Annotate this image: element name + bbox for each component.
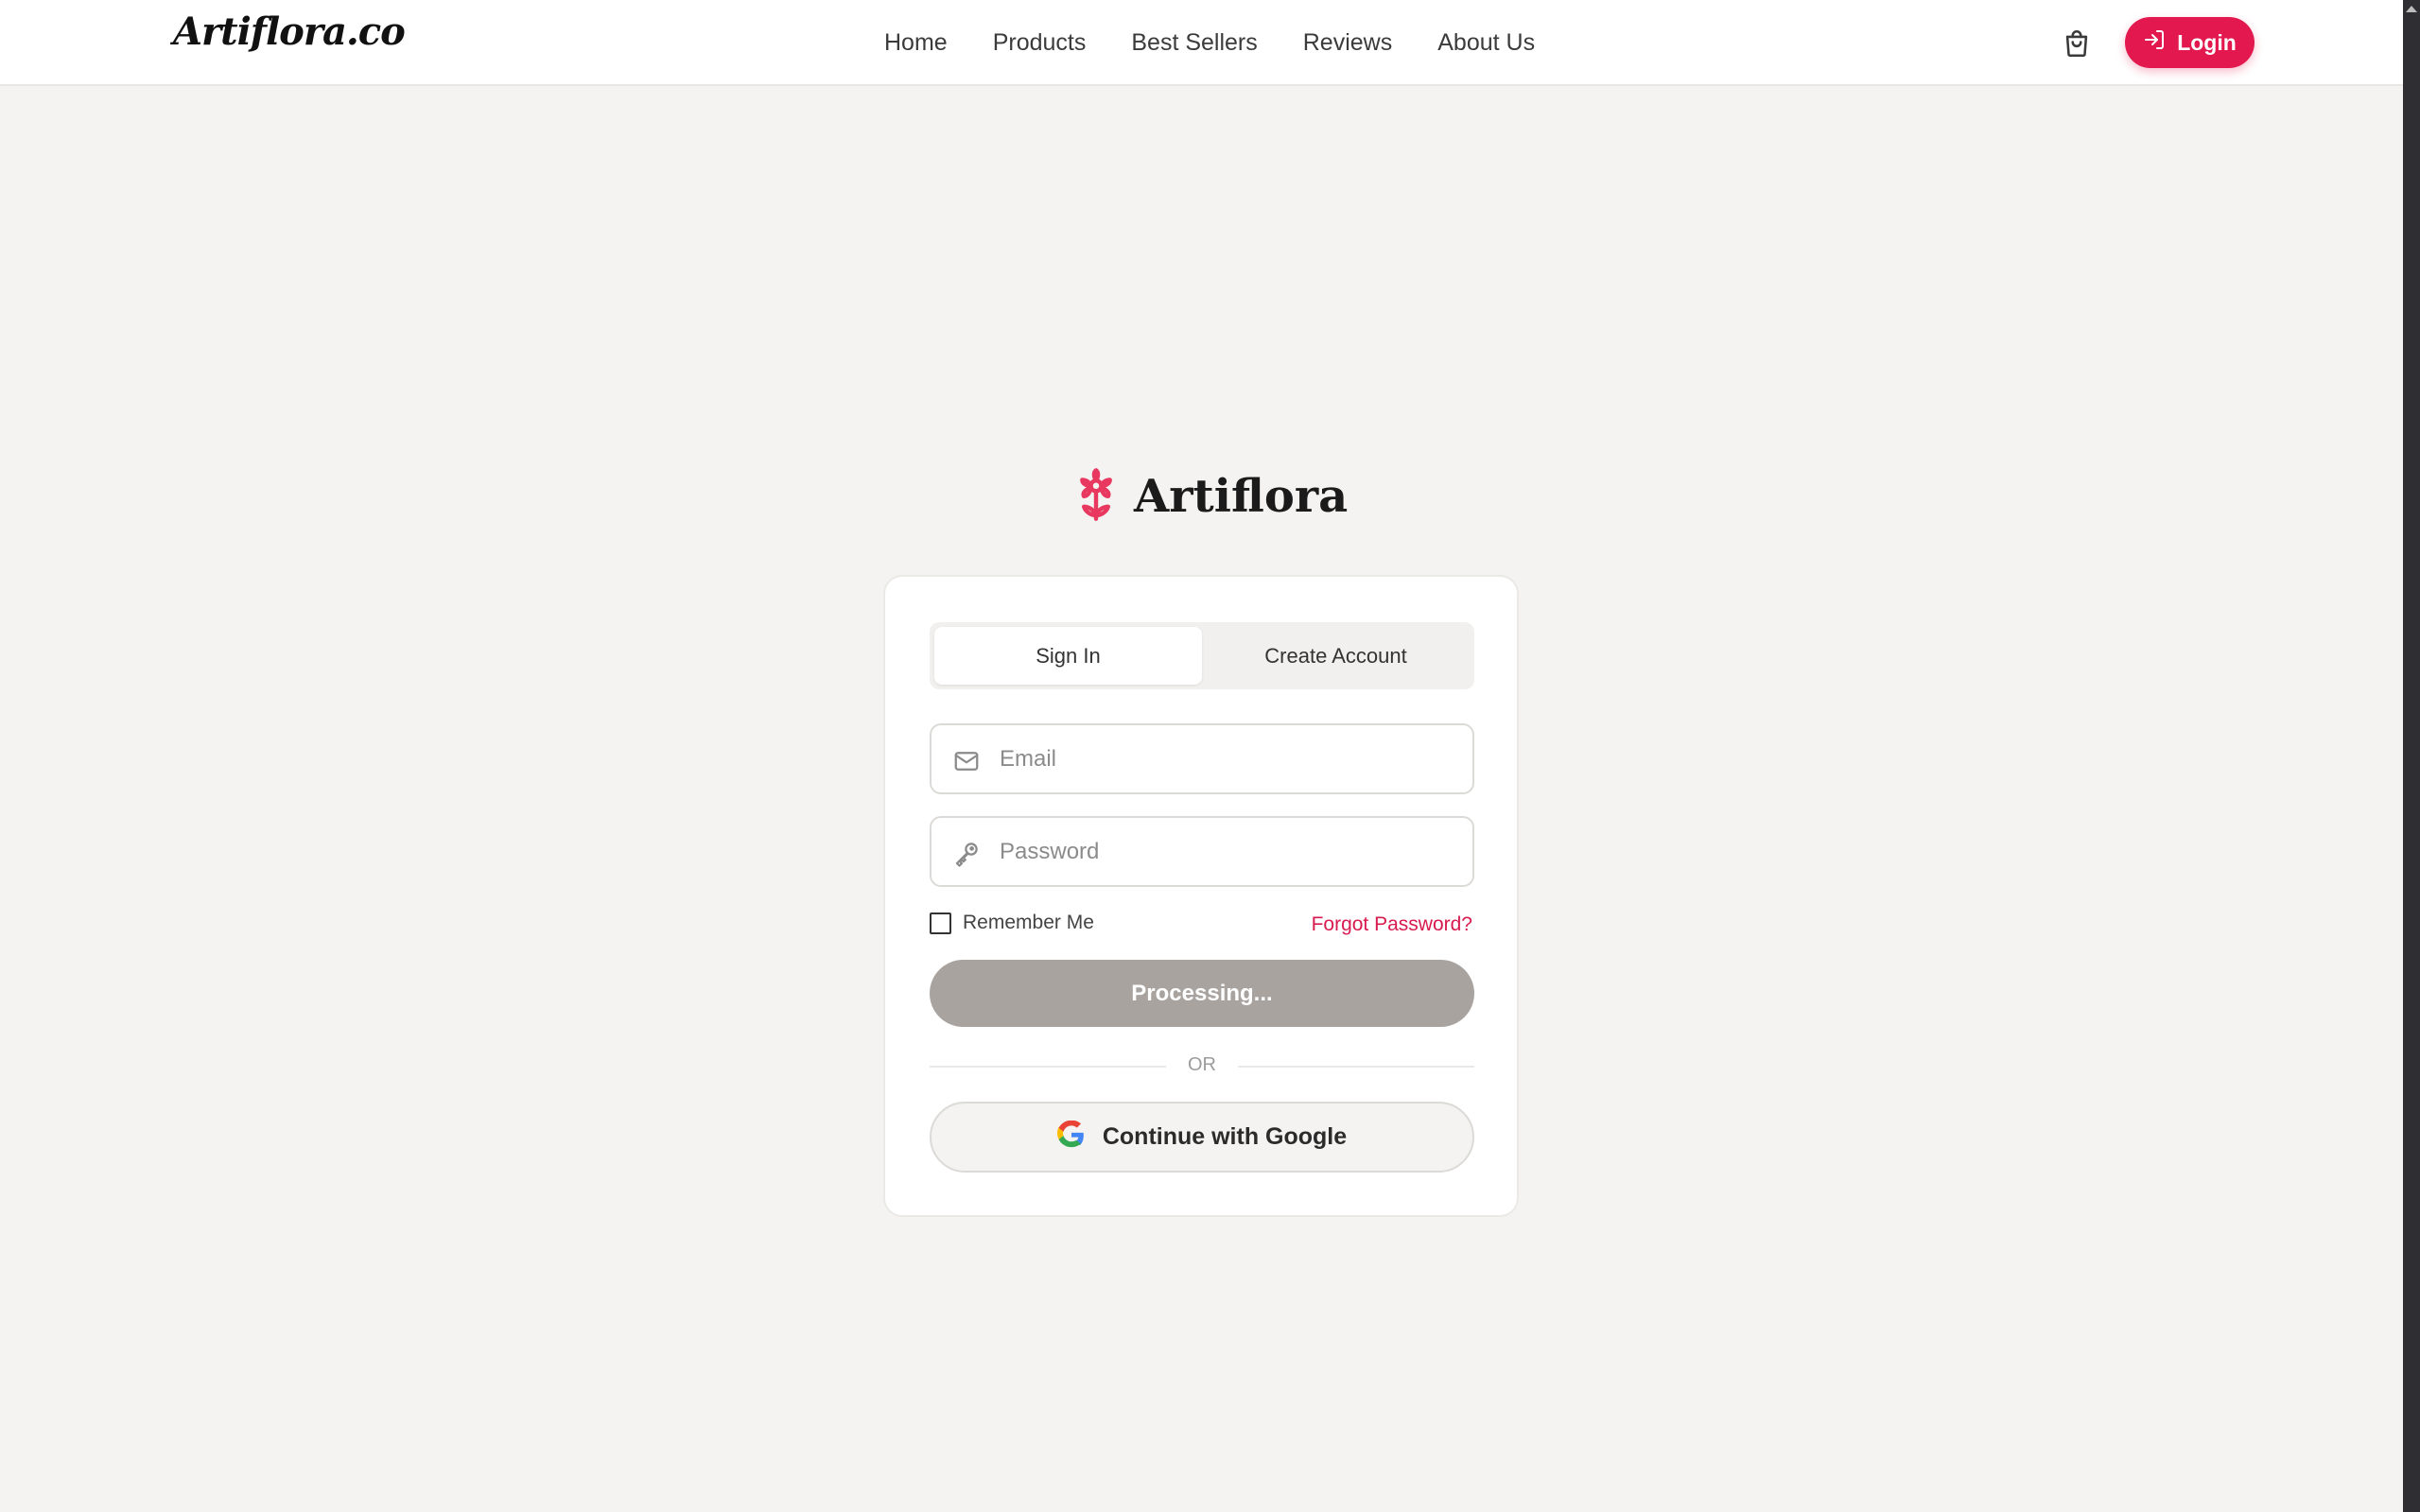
email-input[interactable] (998, 725, 1461, 792)
page-scrollbar[interactable] (2403, 0, 2420, 1512)
nav-best-sellers[interactable]: Best Sellers (1131, 29, 1257, 57)
continue-with-google-label: Continue with Google (1102, 1123, 1348, 1150)
site-logo: Artiflora (1075, 463, 1348, 530)
tab-create-account[interactable]: Create Account (1202, 627, 1470, 685)
scroll-up-arrow-icon[interactable] (2406, 6, 2417, 12)
divider-line-right (1238, 1066, 1474, 1068)
email-field[interactable] (930, 723, 1474, 794)
brand-logo[interactable]: Artiflora.co (173, 9, 406, 54)
flower-icon (1075, 467, 1117, 526)
shopping-bag-icon[interactable] (2061, 27, 2093, 60)
login-label: Login (2177, 29, 2237, 55)
continue-with-google-button[interactable]: Continue with Google (930, 1102, 1474, 1173)
sign-in-submit-button[interactable]: Processing... (930, 960, 1474, 1027)
remember-me-checkbox[interactable] (930, 912, 951, 934)
nav-products[interactable]: Products (993, 29, 1087, 57)
auth-card: Sign In Create Account Remember Me Forgo… (883, 575, 1519, 1217)
or-divider: OR (930, 1052, 1474, 1081)
log-in-icon (2143, 28, 2166, 57)
auth-tabs: Sign In Create Account (930, 622, 1474, 689)
top-navbar: Artiflora.co Home Products Best Sellers … (0, 0, 2403, 86)
tab-sign-in[interactable]: Sign In (934, 627, 1202, 685)
logo-text: Artiflora (1134, 470, 1349, 523)
nav-about-us[interactable]: About Us (1437, 29, 1535, 57)
password-input[interactable] (998, 818, 1461, 885)
forgot-password-link[interactable]: Forgot Password? (1312, 913, 1472, 936)
login-button[interactable]: Login (2125, 17, 2255, 68)
remember-me-label: Remember Me (963, 912, 1094, 933)
nav-home[interactable]: Home (884, 29, 948, 57)
google-icon (1056, 1120, 1086, 1154)
password-field[interactable] (930, 816, 1474, 887)
nav-reviews[interactable]: Reviews (1303, 29, 1392, 57)
remember-me[interactable]: Remember Me (930, 912, 1094, 934)
main-nav: Home Products Best Sellers Reviews About… (884, 0, 1535, 86)
